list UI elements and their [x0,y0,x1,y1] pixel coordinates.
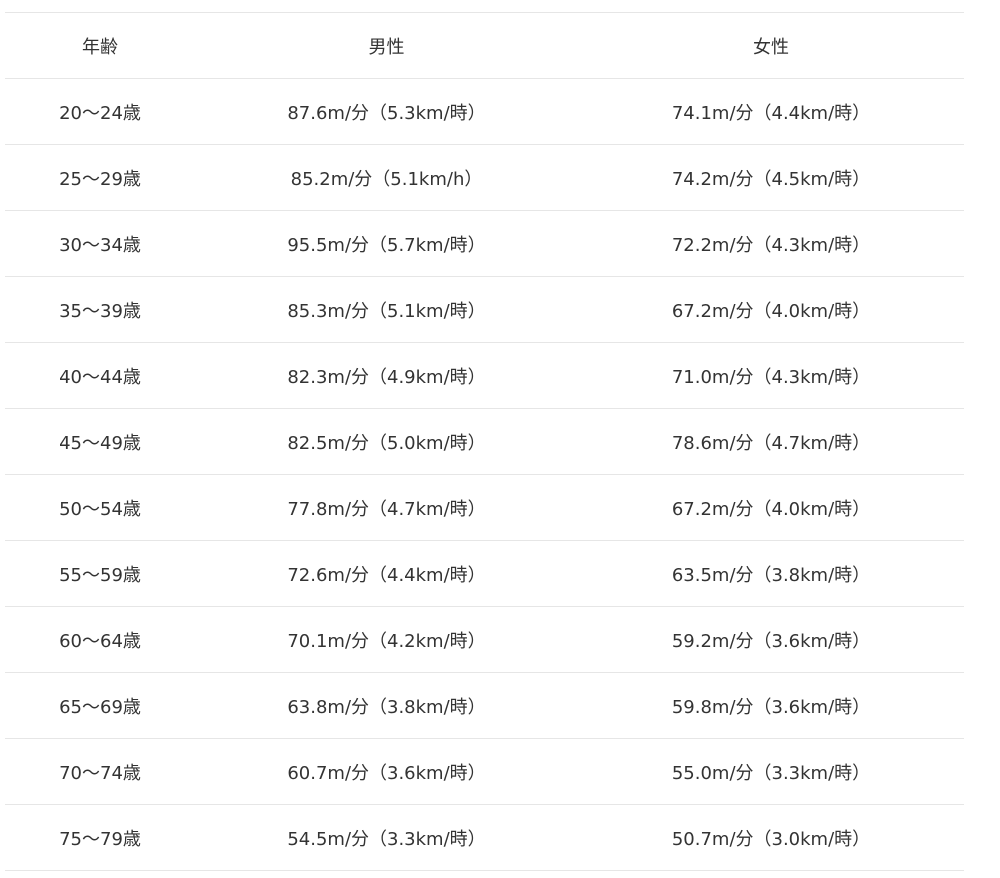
table-row: 65〜69歳 63.8m/分（3.8km/時） 59.8m/分（3.6km/時） [5,672,964,739]
header-female: 女性 [578,12,964,79]
table-row: 40〜44歳 82.3m/分（4.9km/時） 71.0m/分（4.3km/時） [5,342,964,409]
table-row: 35〜39歳 85.3m/分（5.1km/時） 67.2m/分（4.0km/時） [5,276,964,343]
header-row: 年齢 男性 女性 [5,12,964,79]
cell-age: 65〜69歳 [5,672,195,739]
table-row: 25〜29歳 85.2m/分（5.1km/h） 74.2m/分（4.5km/時） [5,144,964,211]
cell-age: 60〜64歳 [5,606,195,673]
cell-female: 63.5m/分（3.8km/時） [578,540,964,607]
cell-female: 74.2m/分（4.5km/時） [578,144,964,211]
cell-male: 87.6m/分（5.3km/時） [195,78,578,145]
cell-age: 40〜44歳 [5,342,195,409]
walking-speed-table-container: 年齢 男性 女性 20〜24歳 87.6m/分（5.3km/時） 74.1m/分（4… [5,12,964,871]
cell-age: 30〜34歳 [5,210,195,277]
cell-female: 67.2m/分（4.0km/時） [578,276,964,343]
cell-age: 50〜54歳 [5,474,195,541]
table-body: 20〜24歳 87.6m/分（5.3km/時） 74.1m/分（4.4km/時） 25… [5,78,964,871]
cell-male: 85.3m/分（5.1km/時） [195,276,578,343]
table-row: 70〜74歳 60.7m/分（3.6km/時） 55.0m/分（3.3km/時） [5,738,964,805]
cell-female: 78.6m/分（4.7km/時） [578,408,964,475]
cell-male: 70.1m/分（4.2km/時） [195,606,578,673]
table-row: 45〜49歳 82.5m/分（5.0km/時） 78.6m/分（4.7km/時） [5,408,964,475]
cell-age: 35〜39歳 [5,276,195,343]
cell-male: 85.2m/分（5.1km/h） [195,144,578,211]
table-header: 年齢 男性 女性 [5,12,964,79]
cell-female: 59.2m/分（3.6km/時） [578,606,964,673]
table-row: 60〜64歳 70.1m/分（4.2km/時） 59.2m/分（3.6km/時） [5,606,964,673]
cell-female: 72.2m/分（4.3km/時） [578,210,964,277]
cell-male: 95.5m/分（5.7km/時） [195,210,578,277]
cell-female: 55.0m/分（3.3km/時） [578,738,964,805]
cell-female: 74.1m/分（4.4km/時） [578,78,964,145]
cell-male: 63.8m/分（3.8km/時） [195,672,578,739]
cell-male: 77.8m/分（4.7km/時） [195,474,578,541]
cell-male: 54.5m/分（3.3km/時） [195,804,578,871]
table-row: 50〜54歳 77.8m/分（4.7km/時） 67.2m/分（4.0km/時） [5,474,964,541]
table-row: 20〜24歳 87.6m/分（5.3km/時） 74.1m/分（4.4km/時） [5,78,964,145]
cell-age: 70〜74歳 [5,738,195,805]
cell-age: 55〜59歳 [5,540,195,607]
cell-female: 67.2m/分（4.0km/時） [578,474,964,541]
cell-age: 25〜29歳 [5,144,195,211]
header-male: 男性 [195,12,578,79]
cell-age: 45〜49歳 [5,408,195,475]
cell-age: 75〜79歳 [5,804,195,871]
table-row: 75〜79歳 54.5m/分（3.3km/時） 50.7m/分（3.0km/時） [5,804,964,871]
cell-male: 82.5m/分（5.0km/時） [195,408,578,475]
cell-age: 20〜24歳 [5,78,195,145]
cell-female: 59.8m/分（3.6km/時） [578,672,964,739]
cell-male: 60.7m/分（3.6km/時） [195,738,578,805]
cell-female: 71.0m/分（4.3km/時） [578,342,964,409]
table-row: 55〜59歳 72.6m/分（4.4km/時） 63.5m/分（3.8km/時） [5,540,964,607]
table-row: 30〜34歳 95.5m/分（5.7km/時） 72.2m/分（4.3km/時） [5,210,964,277]
cell-male: 82.3m/分（4.9km/時） [195,342,578,409]
walking-speed-table: 年齢 男性 女性 20〜24歳 87.6m/分（5.3km/時） 74.1m/分（4… [5,12,964,871]
cell-male: 72.6m/分（4.4km/時） [195,540,578,607]
header-age: 年齢 [5,12,195,79]
cell-female: 50.7m/分（3.0km/時） [578,804,964,871]
